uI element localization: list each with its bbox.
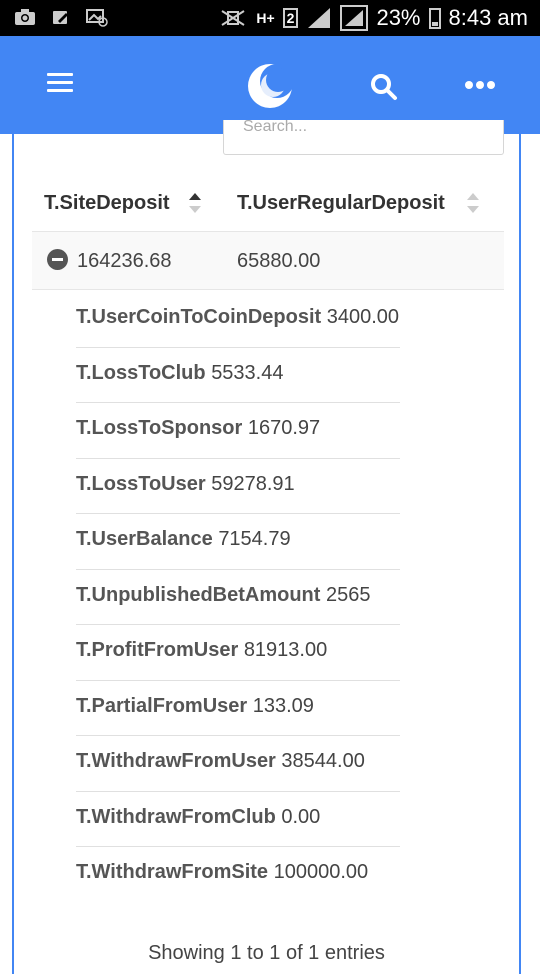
column-header-site-deposit[interactable]: T.SiteDeposit [44,192,170,215]
detail-item: T.UnpublishedBetAmount 2565 [76,570,400,625]
menu-button[interactable] [47,73,73,93]
cell-user-regular-deposit: 65880.00 [237,250,321,272]
sort-asc-icon[interactable] [188,190,202,216]
detail-item: T.WithdrawFromClub 0.00 [76,792,400,847]
battery-percent: 23% [376,5,421,30]
detail-item: T.ProfitFromUser 81913.00 [76,625,400,681]
table-header: T.SiteDeposit T.UserRegularDeposit [32,174,504,232]
battery-icon [428,8,441,29]
table-card: Search... T.SiteDeposit T.UserRegularDep… [12,120,521,974]
edit-notification-icon [53,11,68,24]
app-logo[interactable] [245,61,295,111]
detail-item: T.WithdrawFromUser 38544.00 [76,736,400,792]
status-bar: H+ 2 23% 8:43 am [0,0,540,36]
collapse-row-icon[interactable] [47,249,68,270]
table-row[interactable]: 164236.68 65880.00 [32,232,504,290]
sim-indicator: 2 [282,8,299,28]
menu-icon [47,73,73,76]
detail-item: T.WithdrawFromSite 100000.00 [76,861,369,883]
signal-icon [308,8,331,28]
row-details: T.UserCoinToCoinDeposit 3400.00 T.LossTo… [76,292,400,903]
search-input[interactable]: Search... [223,120,504,155]
image-notification-icon [86,9,108,27]
more-horizontal-icon[interactable] [464,80,496,90]
camera-icon [15,9,35,25]
column-header-user-regular-deposit[interactable]: T.UserRegularDeposit [237,192,445,215]
detail-item: T.UserBalance 7154.79 [76,514,400,570]
cell-site-deposit: 164236.68 [77,250,172,272]
detail-item: T.PartialFromUser 133.09 [76,681,400,736]
table-info: Showing 1 to 1 of 1 entries [148,942,385,964]
clock: 8:43 am [448,5,529,30]
search-icon[interactable] [370,73,398,101]
sort-both-icon[interactable] [466,190,480,216]
detail-item: T.UserCoinToCoinDeposit 3400.00 [76,292,400,348]
detail-item: T.LossToUser 59278.91 [76,459,400,514]
detail-item: T.LossToSponsor 1670.97 [76,403,400,459]
signal-2-icon [340,5,369,31]
detail-item: T.LossToClub 5533.44 [76,348,400,403]
network-type-label: H+ [256,10,275,26]
mute-vibrate-icon [221,10,245,26]
